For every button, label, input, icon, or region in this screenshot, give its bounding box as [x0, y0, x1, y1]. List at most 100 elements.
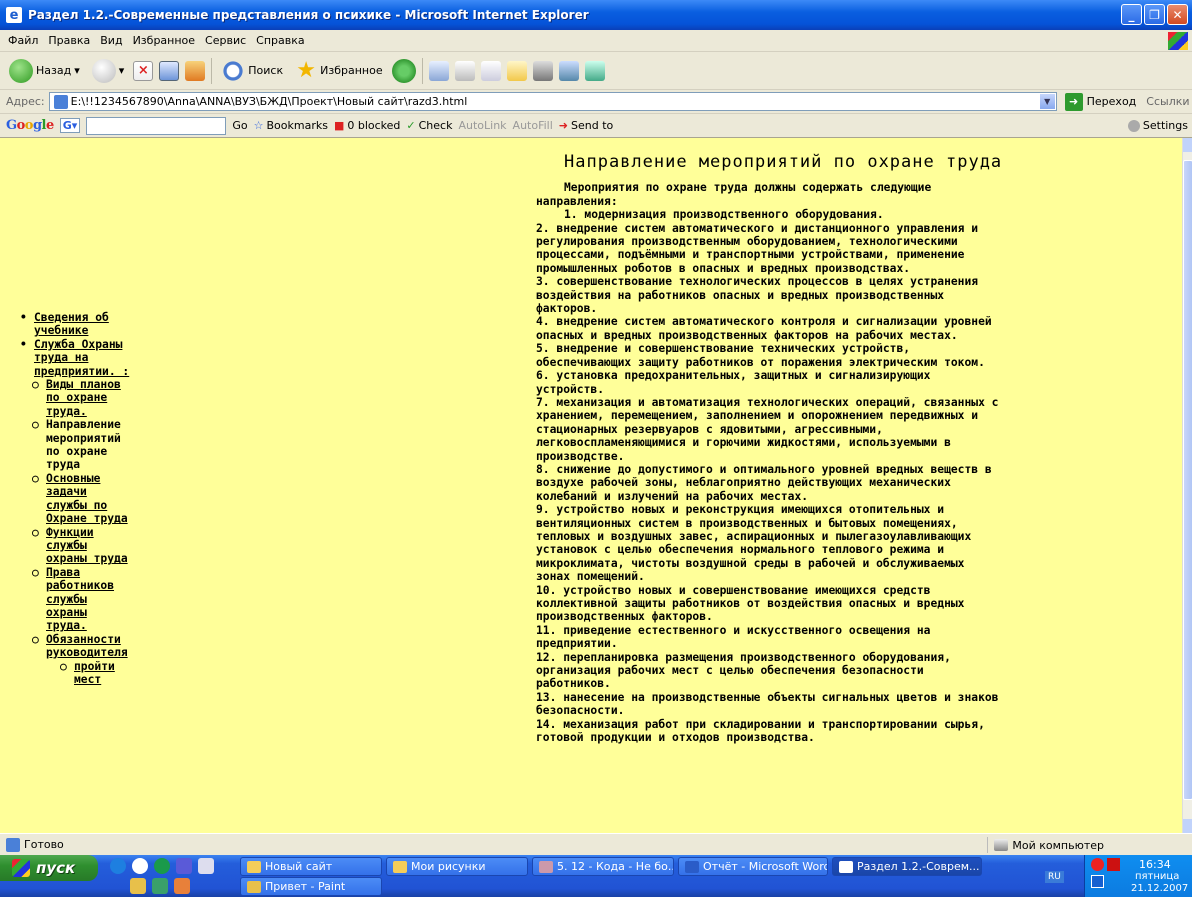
google-go-button[interactable]: Go: [232, 119, 247, 132]
menu-help[interactable]: Справка: [256, 34, 304, 47]
nav-link-labor-service[interactable]: Служба Охраны труда на предприятии. :: [34, 338, 129, 378]
nav-item-about-textbook: Сведения обучебнике: [20, 311, 180, 338]
status-bar: Готово Мой компьютер: [0, 833, 1192, 855]
home-icon[interactable]: [185, 60, 206, 81]
popup-blocker-button[interactable]: ■ 0 blocked: [334, 119, 400, 132]
google-search-input[interactable]: [86, 116, 227, 135]
menu-edit[interactable]: Правка: [48, 34, 90, 47]
scroll-thumb[interactable]: [1183, 160, 1192, 800]
article-line: 12. перепланировка размещения производст…: [536, 650, 951, 664]
main-article: Направление мероприятий по охране труда …: [536, 138, 1176, 744]
stop-icon[interactable]: ×: [133, 60, 154, 81]
autofill-button[interactable]: AutoFill: [513, 119, 553, 132]
pencil-quicklaunch-icon[interactable]: [130, 878, 146, 894]
ie-quicklaunch-icon[interactable]: [110, 858, 126, 874]
google-menu-button[interactable]: G▾: [59, 118, 81, 133]
close-button[interactable]: ✕: [1167, 4, 1188, 25]
vertical-scrollbar[interactable]: [1182, 138, 1192, 833]
send-arrow-icon: ➜: [558, 119, 569, 132]
browser-quicklaunch-icon[interactable]: [154, 858, 170, 874]
desktop-quicklaunch-icon[interactable]: [198, 858, 214, 874]
article-line: производстве.: [536, 449, 625, 463]
menu-file[interactable]: Файл: [8, 34, 38, 47]
edit-icon[interactable]: [480, 60, 501, 81]
article-line: 6. установка предохранительных, защитных…: [536, 369, 931, 383]
minimize-button[interactable]: _: [1121, 4, 1142, 25]
media-icon[interactable]: [391, 58, 416, 83]
print-icon[interactable]: [454, 60, 475, 81]
article-line: 9. устройство новых и реконструкция имею…: [536, 503, 945, 517]
article-line: 8. снижение до допустимого и оптимальног…: [536, 462, 992, 476]
scroll-down-arrow[interactable]: [1183, 819, 1192, 833]
menu-tools[interactable]: Сервис: [205, 34, 246, 47]
task-new-site[interactable]: Новый сайт: [240, 857, 382, 876]
send-to-button[interactable]: ➜ Send to: [559, 119, 613, 132]
nav-link-rights[interactable]: Права работников службы охраны труда.: [46, 566, 114, 633]
task-word-report[interactable]: Отчёт - Microsoft Word: [678, 857, 828, 876]
standard-toolbar: Назад ▾ ▾ × Поиск ★ Избранное: [0, 52, 1192, 90]
tools-icon[interactable]: [558, 60, 579, 81]
task-paint[interactable]: Привет - Paint: [240, 877, 382, 896]
go-button[interactable]: ➜ Переход: [1064, 92, 1136, 111]
nav-subitem-rights: Праваработниковслужбыохранытруда.: [32, 566, 180, 633]
nav-link-plans[interactable]: Виды планов по охране труда.: [46, 378, 121, 418]
autolink-button[interactable]: AutoLink: [458, 119, 506, 132]
language-indicator[interactable]: RU: [1045, 871, 1064, 883]
menu-favorites[interactable]: Избранное: [133, 34, 195, 47]
article-line: колебаний и излучений на рабочих местах.: [536, 489, 809, 503]
research-icon[interactable]: [532, 60, 553, 81]
address-input[interactable]: E:\!!1234567890\Anna\ANNA\ВУЗ\БЖД\Проект…: [48, 92, 1057, 111]
chevron-down-icon[interactable]: ▼: [1038, 93, 1056, 110]
favorites-button[interactable]: ★ Избранное: [292, 56, 385, 86]
messenger-icon[interactable]: [584, 60, 605, 81]
tray-app-icon[interactable]: [1091, 858, 1104, 871]
chart-quicklaunch-icon[interactable]: [152, 878, 168, 894]
refresh-icon[interactable]: [159, 60, 180, 81]
tray-flag-icon[interactable]: [1091, 875, 1104, 888]
article-line: производственных факторов.: [536, 610, 713, 624]
tray-k-icon[interactable]: [1107, 858, 1120, 871]
search-button[interactable]: Поиск: [218, 56, 286, 86]
computer-icon: [994, 839, 1009, 851]
quick-launch: [110, 858, 214, 874]
blocker-icon: ■: [333, 119, 345, 132]
nav-link-functions[interactable]: Функции службы охраны труда: [46, 526, 128, 566]
menu-view[interactable]: Вид: [100, 34, 122, 47]
settings-button[interactable]: Settings: [1127, 119, 1188, 132]
forward-button[interactable]: ▾: [89, 56, 128, 86]
nav-link-duties[interactable]: Обязанности руководителя: [46, 633, 128, 659]
nav-link-main-tasks[interactable]: Основные задачи службы по Охране труда: [46, 472, 128, 525]
maximize-button[interactable]: ❐: [1144, 4, 1165, 25]
nav-link-about-textbook[interactable]: Сведения об учебнике: [34, 311, 109, 337]
bookmarks-button[interactable]: ☆ Bookmarks: [254, 119, 328, 132]
links-button[interactable]: Ссылки: [1146, 95, 1189, 108]
folder-icon[interactable]: [506, 60, 527, 81]
article-line: воздействия на работников опасных и вред…: [536, 288, 945, 302]
nav-link-subsub[interactable]: пройти мест: [74, 660, 115, 686]
start-button[interactable]: пуск: [0, 855, 98, 881]
clock-time[interactable]: 16:34: [1139, 858, 1171, 871]
task-my-pictures[interactable]: Мои рисунки: [386, 857, 528, 876]
scroll-up-arrow[interactable]: [1183, 138, 1192, 152]
article-line: регулирования производственным оборудова…: [536, 235, 958, 249]
back-button[interactable]: Назад ▾: [6, 56, 83, 86]
mail-icon[interactable]: [428, 60, 449, 81]
google-logo[interactable]: Google: [6, 118, 54, 133]
task-ie-current[interactable]: Раздел 1.2.-Соврем...: [832, 857, 982, 876]
clock-day: пятница: [1135, 871, 1180, 882]
paint-icon: [247, 880, 261, 893]
article-line: установок с целью обеспечения нормальног…: [536, 543, 945, 557]
article-line: воздухе рабочей зоны, неблагоприятно дей…: [536, 476, 951, 490]
folder-icon: [393, 860, 407, 873]
system-tray: RU 16:34 пятница 21.12.2007: [1045, 855, 1192, 897]
spellcheck-button[interactable]: ✓ Check: [406, 119, 452, 132]
article-line: 4. внедрение систем автоматического конт…: [536, 315, 992, 329]
security-zone: Мой компьютер: [987, 837, 1104, 853]
app-quicklaunch-icon[interactable]: [174, 878, 190, 894]
save-quicklaunch-icon[interactable]: [176, 858, 192, 874]
toolbar-separator: [211, 57, 213, 84]
article-line: микроклимата, чистоты воздушной среды в …: [536, 556, 965, 570]
article-line: 13. нанесение на производственные объект…: [536, 690, 999, 704]
media-quicklaunch-icon[interactable]: [132, 858, 148, 874]
task-code[interactable]: 5. 12 - Кода - Не бо...: [532, 857, 674, 876]
